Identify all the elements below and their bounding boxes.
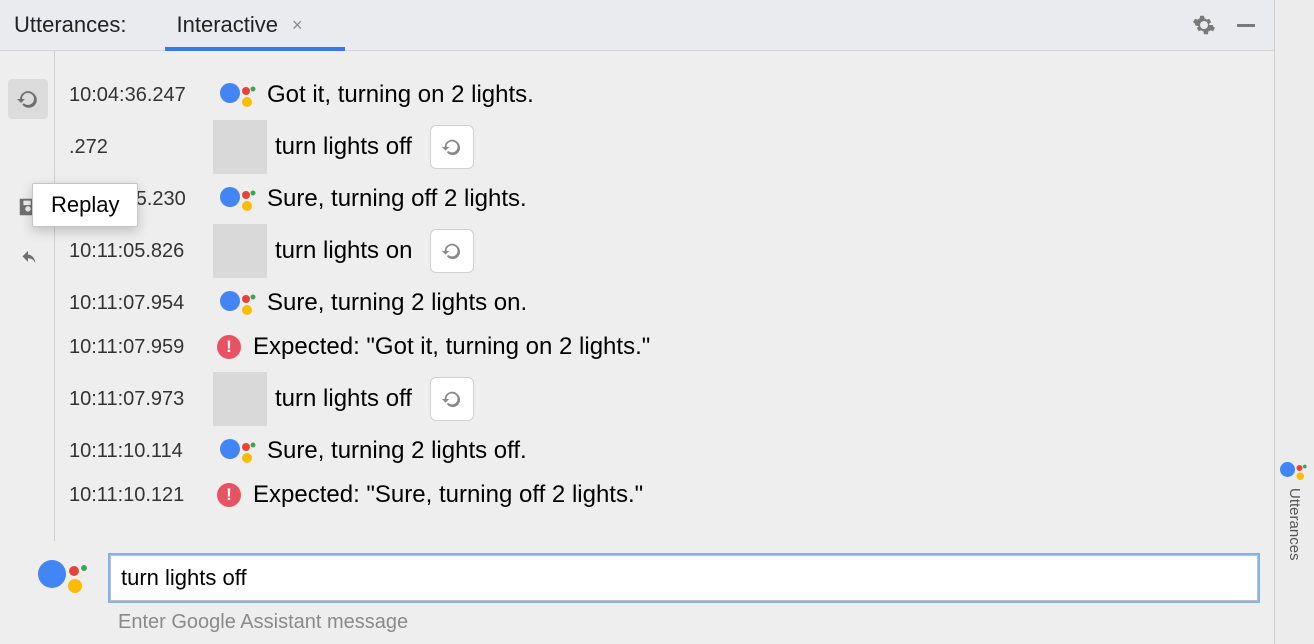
- message-row: 10:11:07.954 Sure, turning 2 lights on.: [69, 281, 1254, 325]
- user-avatar: [213, 224, 267, 278]
- error-icon-wrap: !: [213, 483, 253, 507]
- undo-icon: [17, 250, 39, 272]
- panel-title: Utterances:: [14, 12, 127, 38]
- message-text: Sure, turning off 2 lights.: [267, 185, 527, 213]
- timestamp: 10:11:07.954: [69, 292, 213, 315]
- tab-label: Interactive: [177, 12, 279, 38]
- tab-interactive[interactable]: Interactive ×: [165, 0, 315, 50]
- message-row: 10:11:07.959! Expected: "Got it, turning …: [69, 325, 1254, 369]
- tooltip-text: Replay: [51, 192, 119, 217]
- error-icon: !: [217, 335, 241, 359]
- settings-button[interactable]: [1190, 11, 1218, 39]
- close-icon[interactable]: ×: [292, 15, 303, 36]
- refresh-icon: [441, 136, 463, 158]
- timestamp: 10:11:05.826: [69, 240, 213, 263]
- left-toolbar: Replay: [0, 51, 54, 541]
- refresh-icon: [441, 240, 463, 262]
- undo-button[interactable]: [8, 241, 48, 281]
- timestamp: 10:11:07.959: [69, 336, 213, 359]
- message-row: .272 turn lights off: [69, 117, 1254, 177]
- message-text: Expected: "Sure, turning off 2 lights.": [253, 481, 643, 509]
- refresh-icon: [16, 87, 40, 111]
- message-row: 10:06:55.230Sure, turning off 2 lights.: [69, 177, 1254, 221]
- user-avatar: [213, 372, 267, 426]
- input-area: Enter Google Assistant message: [0, 541, 1274, 644]
- rail-tab-label: Utterances: [1286, 488, 1303, 561]
- gear-icon: [1192, 13, 1216, 37]
- message-text: Expected: "Got it, turning on 2 lights.": [253, 333, 650, 361]
- tooltip: Replay: [32, 183, 138, 227]
- message-text: turn lights off: [275, 385, 412, 413]
- error-icon-wrap: !: [213, 335, 253, 359]
- message-text: turn lights off: [275, 133, 412, 161]
- user-avatar: [213, 120, 267, 174]
- message-row: 10:11:07.973 turn lights off: [69, 369, 1254, 429]
- timestamp: 10:11:10.114: [69, 440, 213, 463]
- timestamp: .272: [69, 136, 213, 159]
- timestamp: 10:11:10.121: [69, 484, 213, 507]
- error-icon: !: [217, 483, 241, 507]
- message-input[interactable]: [110, 555, 1258, 601]
- replay-button[interactable]: [430, 377, 474, 421]
- timestamp: 10:04:36.247: [69, 84, 213, 107]
- message-row: 10:11:05.826 turn lights on: [69, 221, 1254, 281]
- assistant-icon: [213, 187, 267, 211]
- assistant-icon: [213, 439, 267, 463]
- message-text: turn lights on: [275, 237, 412, 265]
- minimize-button[interactable]: [1232, 11, 1260, 39]
- right-rail[interactable]: Utterances: [1274, 0, 1314, 644]
- refresh-icon: [441, 388, 463, 410]
- message-text: Sure, turning 2 lights on.: [267, 289, 527, 317]
- message-row: 10:11:10.114 Sure, turning 2 lights off.: [69, 429, 1254, 473]
- replay-button[interactable]: [430, 125, 474, 169]
- minimize-icon: [1237, 24, 1255, 27]
- conversation-panel: 10:04:36.247 Got it, turning on 2 lights.…: [54, 51, 1274, 541]
- replay-button[interactable]: [430, 229, 474, 273]
- timestamp: 10:11:07.973: [69, 388, 213, 411]
- assistant-icon: [213, 291, 267, 315]
- message-text: Sure, turning 2 lights off.: [267, 437, 527, 465]
- tab-bar: Utterances: Interactive ×: [0, 0, 1274, 51]
- input-hint: Enter Google Assistant message: [118, 611, 1258, 634]
- message-row: 10:11:10.121! Expected: "Sure, turning of…: [69, 473, 1254, 517]
- assistant-icon: [1280, 460, 1310, 482]
- message-text: Got it, turning on 2 lights.: [267, 81, 534, 109]
- replay-all-button[interactable]: [8, 79, 48, 119]
- assistant-icon: [213, 83, 267, 107]
- assistant-icon: [38, 560, 94, 596]
- message-row: 10:04:36.247 Got it, turning on 2 lights.: [69, 73, 1254, 117]
